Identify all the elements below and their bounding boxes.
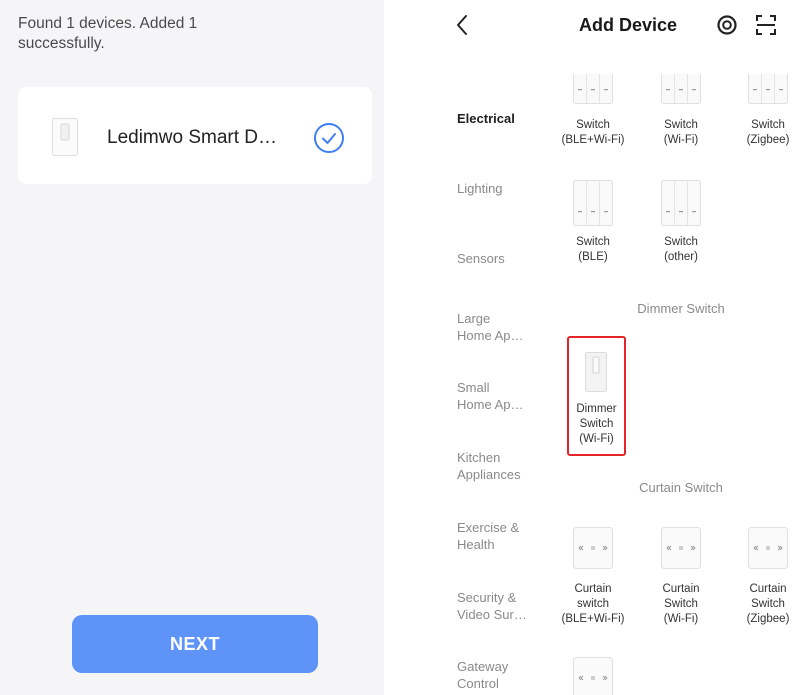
next-button[interactable]: NEXT xyxy=(72,615,318,673)
label-line: (other) xyxy=(664,251,698,263)
category-label: Exercise & xyxy=(457,520,520,535)
label-line: Curtain xyxy=(574,583,612,595)
label-line: Dimmer xyxy=(576,403,617,415)
category-label: Electrical xyxy=(457,111,515,126)
section-title: Curtain Switch xyxy=(639,480,723,495)
category-kitchen-appliances[interactable]: Kitchen Appliances xyxy=(457,449,521,483)
switch-plate-icon xyxy=(52,118,78,156)
label-line: switch xyxy=(577,598,609,610)
label-line: Switch xyxy=(664,236,698,248)
device-type-label: Curtain Switch (Zigbee) xyxy=(744,582,792,627)
device-type-label: Switch (other) xyxy=(641,235,721,265)
category-label: Security & xyxy=(457,590,517,605)
curtain-switch-icon xyxy=(748,527,788,569)
label-line: Switch xyxy=(664,119,698,131)
target-icon[interactable] xyxy=(716,14,738,36)
label-line: Switch xyxy=(751,598,785,610)
device-type-item[interactable]: Curtain Switch (Wi-Fi) xyxy=(641,527,721,627)
switch-3gang-icon xyxy=(573,74,613,104)
scan-icon[interactable] xyxy=(755,14,777,36)
category-label: Home Ap… xyxy=(457,328,524,343)
category-label: Large xyxy=(457,311,491,326)
dimmer-switch-icon xyxy=(585,352,607,392)
category-label: Home Ap… xyxy=(457,397,524,412)
category-label: Gateway xyxy=(457,659,509,674)
label-line: (BLE) xyxy=(578,251,608,263)
category-label: Health xyxy=(457,537,495,552)
label-line: (Zigbee) xyxy=(746,134,790,146)
chevron-left-icon[interactable] xyxy=(455,14,469,36)
device-type-item[interactable]: Switch (BLE+Wi-Fi) xyxy=(553,74,633,148)
label-line: (BLE+Wi-Fi) xyxy=(561,613,625,625)
label-line: (Wi-Fi) xyxy=(663,613,699,625)
device-type-label: Curtain switch (BLE+Wi-Fi) xyxy=(553,582,633,627)
label-line: Switch xyxy=(664,598,698,610)
label-line: Switch xyxy=(576,236,610,248)
switch-3gang-icon xyxy=(661,74,701,104)
device-type-item-highlighted[interactable]: Dimmer Switch (Wi-Fi) xyxy=(567,336,626,456)
device-type-item[interactable]: Curtain switch (BLE+Wi-Fi) xyxy=(553,527,633,627)
category-exercise-health[interactable]: Exercise & Health xyxy=(457,519,519,553)
label-line: (BLE+Wi-Fi) xyxy=(561,134,625,146)
category-label: Video Sur… xyxy=(457,607,527,622)
device-type-grid: Switch (BLE+Wi-Fi) Switch (Wi-Fi) Switch… xyxy=(540,74,792,695)
page-title: Add Device xyxy=(578,15,678,35)
category-security-video[interactable]: Security & Video Sur… xyxy=(457,589,527,623)
curtain-switch-icon xyxy=(573,527,613,569)
device-card[interactable]: Ledimwo Smart D… xyxy=(18,87,372,184)
add-device-screen: Add Device Electrical Lighting Sensors L… xyxy=(384,0,792,695)
label-line: Switch xyxy=(751,119,785,131)
device-type-label: Switch (BLE+Wi-Fi) xyxy=(553,118,633,148)
status-line: successfully. xyxy=(18,35,105,52)
curtain-switch-icon xyxy=(661,527,701,569)
app-screenshot-composite: Found 1 devices. Added 1 successfully. L… xyxy=(0,0,792,695)
label-line: (Wi-Fi) xyxy=(663,134,699,146)
device-type-label: Switch (BLE) xyxy=(553,235,633,265)
device-name: Ledimwo Smart D… xyxy=(107,127,277,148)
device-type-item[interactable]: Switch (BLE) xyxy=(553,180,633,265)
device-type-label: Curtain Switch (Wi-Fi) xyxy=(641,582,721,627)
label-line: Curtain xyxy=(749,583,787,595)
category-large-home-appliances[interactable]: Large Home Ap… xyxy=(457,310,523,344)
category-small-home-appliances[interactable]: Small Home Ap… xyxy=(457,379,523,413)
device-type-item[interactable] xyxy=(553,657,633,695)
label-line: (Wi-Fi) xyxy=(579,433,614,445)
category-label: Appliances xyxy=(457,467,521,482)
label-line: Switch xyxy=(579,418,614,430)
category-label: Sensors xyxy=(457,251,505,266)
pairing-result-panel: Found 1 devices. Added 1 successfully. L… xyxy=(0,0,384,695)
switch-3gang-icon xyxy=(573,180,613,226)
status-line: Found 1 devices. Added 1 xyxy=(18,15,198,32)
device-type-item[interactable]: Switch (other) xyxy=(641,180,721,265)
pairing-status-text: Found 1 devices. Added 1 successfully. xyxy=(18,14,197,54)
switch-3gang-icon xyxy=(661,180,701,226)
category-label: Kitchen xyxy=(457,450,501,465)
category-gateway-control[interactable]: Gateway Control xyxy=(457,658,508,692)
device-type-label: Switch (Zigbee) xyxy=(744,118,792,148)
category-lighting[interactable]: Lighting xyxy=(457,180,503,197)
label-line: (Zigbee) xyxy=(746,613,790,625)
category-electrical[interactable]: Electrical xyxy=(457,110,515,127)
device-type-item[interactable]: Curtain Switch (Zigbee) xyxy=(744,527,792,627)
category-label: Control xyxy=(457,676,499,691)
device-type-item[interactable]: Switch (Zigbee) xyxy=(744,74,792,148)
curtain-switch-icon xyxy=(573,657,613,695)
device-type-label: Switch (Wi-Fi) xyxy=(641,118,721,148)
label-line: Curtain xyxy=(662,583,700,595)
section-title: Dimmer Switch xyxy=(637,301,725,316)
category-label: Small xyxy=(457,380,490,395)
switch-3gang-icon xyxy=(748,74,788,104)
category-sensors[interactable]: Sensors xyxy=(457,250,505,267)
label-line: Switch xyxy=(576,119,610,131)
category-label: Lighting xyxy=(457,181,503,196)
device-type-item[interactable]: Switch (Wi-Fi) xyxy=(641,74,721,148)
check-circle-icon xyxy=(314,123,344,153)
device-type-label: Dimmer Switch (Wi-Fi) xyxy=(569,402,624,447)
